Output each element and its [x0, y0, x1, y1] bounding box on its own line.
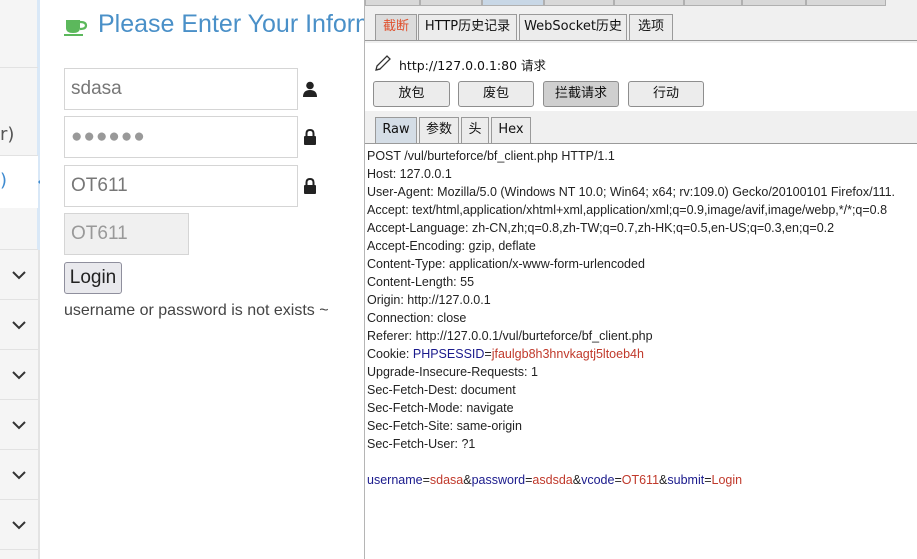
- password-field[interactable]: ●●●●●●: [64, 116, 298, 158]
- tab-options[interactable]: 选项: [629, 14, 673, 40]
- header-line: Sec-Fetch-Site: same-origin: [367, 419, 522, 433]
- sidebar-group[interactable]: [0, 500, 38, 550]
- sidebar-item[interactable]: [0, 0, 38, 68]
- param-key: password: [471, 473, 526, 487]
- header-line: Content-Length: 55: [367, 275, 475, 289]
- sidebar-group[interactable]: [0, 250, 38, 300]
- sidebar-item-label: r): [0, 124, 15, 145]
- login-button[interactable]: Login: [64, 262, 122, 294]
- cookie-value: jfaulgb8h3hnvkagtj5ltoeb4h: [491, 347, 644, 361]
- top-tab[interactable]: [614, 0, 684, 6]
- chevron-down-icon: [12, 521, 26, 530]
- tab-params[interactable]: 参数: [419, 117, 459, 143]
- tab-intercept[interactable]: 截断: [375, 14, 417, 40]
- top-tab[interactable]: [482, 0, 544, 6]
- lock-icon: [304, 178, 316, 194]
- lock-icon: [304, 129, 316, 145]
- tab-headers[interactable]: 头: [461, 117, 489, 143]
- tab-underline: [365, 40, 917, 41]
- forward-button[interactable]: 放包: [373, 81, 450, 107]
- param-value: sdasa: [429, 473, 464, 487]
- header-line: Referer: http://127.0.0.1/vul/burteforce…: [367, 329, 653, 343]
- param-value: Login: [711, 473, 743, 487]
- burp-tab-bar: 截断 HTTP历史记录 WebSocket历史 选项: [365, 0, 917, 43]
- cookie-name: PHPSESSID: [412, 347, 485, 361]
- sidebar-item[interactable]: [0, 208, 38, 250]
- header-line: Sec-Fetch-Mode: navigate: [367, 401, 514, 415]
- chevron-down-icon: [12, 271, 26, 280]
- sidebar-item[interactable]: r): [0, 68, 38, 156]
- header-line: Origin: http://127.0.0.1: [367, 293, 491, 307]
- drop-button[interactable]: 废包: [458, 81, 534, 107]
- sidebar-group[interactable]: [0, 350, 38, 400]
- header-line: User-Agent: Mozilla/5.0 (Windows NT 10.0…: [367, 185, 896, 199]
- request-body: username=sdasa&password=asdsda&vcode=OT6…: [367, 473, 743, 487]
- view-tab-underline: [365, 143, 917, 144]
- vcode-display: OT611: [64, 213, 189, 255]
- sidebar-group[interactable]: [0, 400, 38, 450]
- header-line: Accept-Encoding: gzip, deflate: [367, 239, 536, 253]
- top-tab[interactable]: [544, 0, 614, 6]
- coffee-cup-icon: [64, 20, 88, 36]
- header-line: Accept: text/html,application/xhtml+xml,…: [367, 203, 888, 217]
- raw-request-editor[interactable]: POST /vul/burteforce/bf_client.php HTTP/…: [367, 147, 917, 559]
- top-tab[interactable]: [365, 0, 420, 6]
- param-key: vcode: [581, 473, 615, 487]
- header-line: Host: 127.0.0.1: [367, 167, 452, 181]
- cookie-line: Cookie: PHPSESSID=jfaulgb8h3hnvkagtj5lto…: [367, 345, 917, 363]
- top-tab[interactable]: [742, 0, 806, 6]
- header-line: Content-Type: application/x-www-form-url…: [367, 257, 645, 271]
- error-message: username or password is not exists ~: [64, 302, 329, 319]
- header-line: Sec-Fetch-User: ?1: [367, 437, 476, 451]
- action-button[interactable]: 行动: [628, 81, 704, 107]
- param-value: asdsda: [532, 473, 573, 487]
- intercept-toggle-button[interactable]: 拦截请求: [543, 81, 619, 107]
- burp-proxy-panel: 截断 HTTP历史记录 WebSocket历史 选项 http://127.0.…: [364, 0, 917, 559]
- top-tab[interactable]: [420, 0, 482, 6]
- cookie-prefix: Cookie:: [367, 347, 413, 361]
- pencil-icon[interactable]: [373, 53, 393, 73]
- chevron-down-icon: [12, 421, 26, 430]
- vcode-field[interactable]: OT611: [64, 165, 298, 207]
- username-field[interactable]: sdasa: [64, 68, 298, 110]
- top-tab-strip: [365, 0, 917, 6]
- page-header: Please Enter Your Information: [64, 10, 430, 42]
- param-key: submit: [667, 473, 705, 487]
- sidebar-nav: r) ): [0, 0, 48, 559]
- tab-raw[interactable]: Raw: [375, 117, 417, 143]
- tab-websocket-history[interactable]: WebSocket历史: [519, 14, 627, 40]
- login-page: Please Enter Your Information sdasa ●●●●…: [40, 0, 430, 559]
- user-icon: [303, 81, 317, 97]
- tab-hex[interactable]: Hex: [491, 117, 531, 143]
- request-target: http://127.0.0.1:80 请求: [399, 58, 547, 73]
- sidebar-group[interactable]: [0, 450, 38, 500]
- param-value: OT611: [621, 473, 660, 487]
- chevron-down-icon: [12, 321, 26, 330]
- request-info: http://127.0.0.1:80 请求: [373, 52, 903, 74]
- request-line: POST /vul/burteforce/bf_client.php HTTP/…: [367, 149, 615, 163]
- top-tab[interactable]: [806, 0, 886, 6]
- top-tab[interactable]: [684, 0, 742, 6]
- header-line: Accept-Language: zh-CN,zh;q=0.8,zh-TW;q=…: [367, 221, 835, 235]
- cookie-eq: =: [484, 347, 492, 361]
- sidebar-group[interactable]: [0, 300, 38, 350]
- chevron-down-icon: [12, 371, 26, 380]
- sidebar-item-label: ): [0, 170, 8, 191]
- param-key: username: [367, 473, 423, 487]
- chevron-down-icon: [12, 471, 26, 480]
- header-line: Sec-Fetch-Dest: document: [367, 383, 516, 397]
- header-line: Connection: close: [367, 311, 467, 325]
- header-line: Upgrade-Insecure-Requests: 1: [367, 365, 538, 379]
- tab-http-history[interactable]: HTTP历史记录: [418, 14, 517, 40]
- sidebar-item-active[interactable]: ): [0, 156, 48, 208]
